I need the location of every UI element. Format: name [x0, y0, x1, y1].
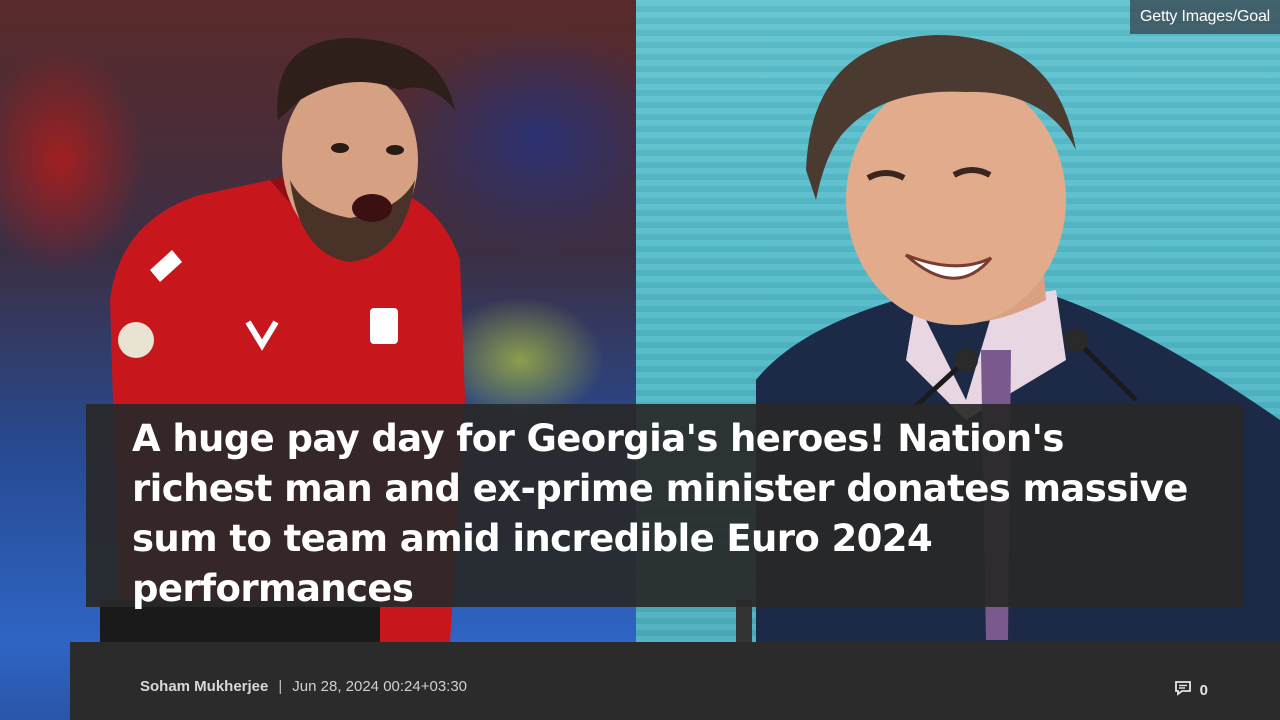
- article-headline: A huge pay day for Georgia's heroes! Nat…: [132, 417, 1188, 610]
- comment-count: 0: [1199, 681, 1208, 699]
- byline-separator: |: [278, 678, 283, 695]
- article-meta-bar: Soham Mukherjee | Jun 28, 2024 00:24+03:…: [70, 642, 1280, 720]
- byline: Soham Mukherjee | Jun 28, 2024 00:24+03:…: [140, 678, 467, 695]
- comments-button[interactable]: 0: [1174, 680, 1208, 700]
- headline-container: A huge pay day for Georgia's heroes! Nat…: [86, 404, 1244, 610]
- comment-icon: [1174, 680, 1192, 700]
- author-link[interactable]: Soham Mukherjee: [140, 678, 268, 695]
- photo-credit: Getty Images/Goal: [1130, 0, 1280, 34]
- publish-date: Jun 28, 2024 00:24+03:30: [292, 678, 468, 695]
- photo-bottom-strip: [0, 642, 70, 720]
